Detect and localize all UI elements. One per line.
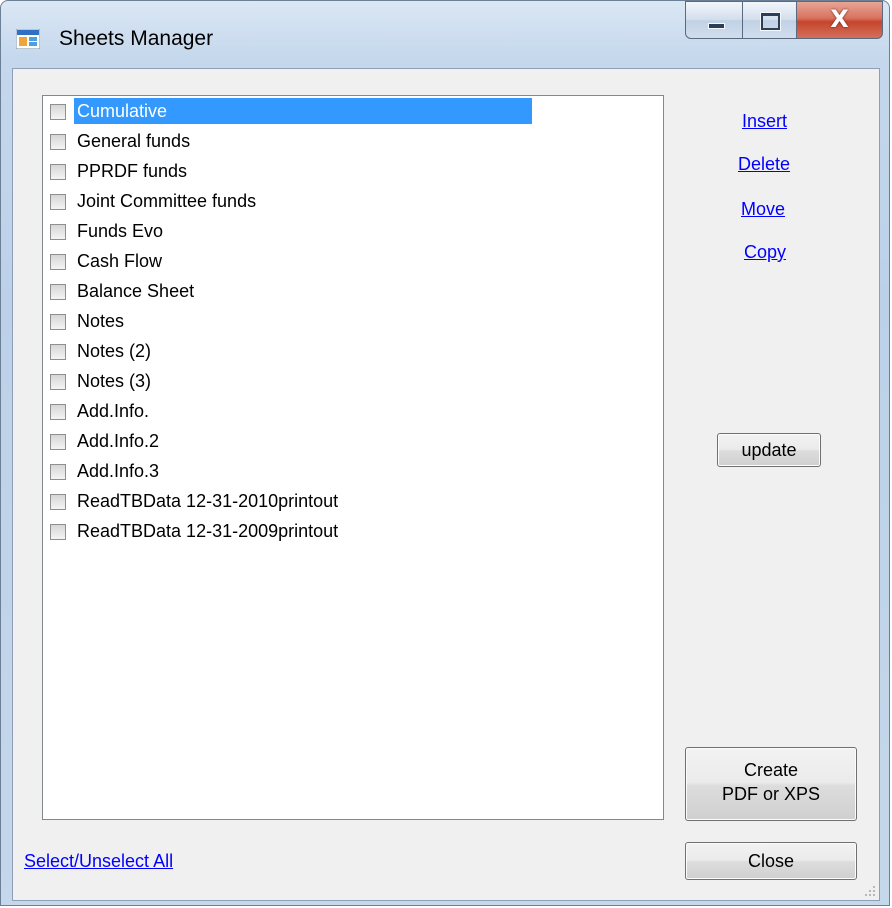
item-label: ReadTBData 12-31-2010printout	[77, 491, 339, 511]
item-checkbox[interactable]	[50, 434, 66, 450]
create-label-line1: Create	[743, 760, 799, 780]
select-unselect-all-link[interactable]: Select/Unselect All	[24, 851, 173, 872]
item-checkbox[interactable]	[50, 104, 66, 120]
create-pdf-xps-button[interactable]: Create PDF or XPS	[685, 747, 857, 821]
list-item[interactable]: Cumulative	[50, 97, 532, 125]
list-item[interactable]: Notes (2)	[50, 337, 154, 365]
list-item[interactable]: Funds Evo	[50, 217, 166, 245]
list-item[interactable]: Add.Info.2	[50, 427, 162, 455]
item-checkbox[interactable]	[50, 524, 66, 540]
close-label: Close	[747, 851, 795, 871]
minimize-icon	[708, 23, 725, 29]
list-item[interactable]: Joint Committee funds	[50, 187, 259, 215]
item-checkbox[interactable]	[50, 134, 66, 150]
update-button[interactable]: update	[717, 433, 821, 467]
item-label: PPRDF funds	[77, 161, 188, 181]
item-checkbox[interactable]	[50, 164, 66, 180]
list-item[interactable]: General funds	[50, 127, 193, 155]
item-checkbox[interactable]	[50, 464, 66, 480]
maximize-button[interactable]	[743, 1, 797, 39]
item-checkbox[interactable]	[50, 254, 66, 270]
sheets-checked-listbox[interactable]: Cumulative General funds PPRDF funds Joi…	[42, 95, 664, 820]
move-link[interactable]: Move	[741, 199, 785, 220]
item-label: Cash Flow	[77, 251, 163, 271]
item-checkbox[interactable]	[50, 494, 66, 510]
list-item[interactable]: Add.Info.3	[50, 457, 162, 485]
delete-link[interactable]: Delete	[738, 154, 790, 175]
item-label: ReadTBData 12-31-2009printout	[77, 521, 339, 541]
item-label: Notes	[77, 311, 125, 331]
item-label: Notes (2)	[77, 341, 152, 361]
close-icon: X	[830, 5, 849, 33]
update-label: update	[741, 440, 797, 460]
item-label: Add.Info.2	[77, 431, 160, 451]
resize-grip-icon[interactable]	[862, 883, 876, 897]
caption-buttons: X	[685, 1, 883, 39]
list-item[interactable]: PPRDF funds	[50, 157, 190, 185]
sheets-manager-window: Sheets Manager X Cumulative General fund…	[0, 0, 890, 906]
item-checkbox[interactable]	[50, 284, 66, 300]
item-label: Joint Committee funds	[77, 191, 257, 211]
item-label: Notes (3)	[77, 371, 152, 391]
close-button[interactable]: Close	[685, 842, 857, 880]
create-label-line2: PDF or XPS	[721, 784, 821, 804]
item-label: General funds	[77, 131, 191, 151]
item-label: Add.Info.	[77, 401, 150, 421]
item-checkbox[interactable]	[50, 344, 66, 360]
client-area: Cumulative General funds PPRDF funds Joi…	[12, 68, 880, 901]
item-checkbox[interactable]	[50, 404, 66, 420]
close-window-button[interactable]: X	[797, 1, 883, 39]
item-checkbox[interactable]	[50, 314, 66, 330]
insert-link[interactable]: Insert	[742, 111, 787, 132]
item-label: Add.Info.3	[77, 461, 160, 481]
item-checkbox[interactable]	[50, 194, 66, 210]
window-title: Sheets Manager	[59, 27, 214, 50]
item-checkbox[interactable]	[50, 374, 66, 390]
copy-link[interactable]: Copy	[744, 242, 786, 263]
list-item[interactable]: Notes (3)	[50, 367, 154, 395]
app-icon	[16, 29, 40, 49]
title-bar[interactable]: Sheets Manager X	[1, 1, 889, 71]
list-item[interactable]: ReadTBData 12-31-2010printout	[50, 487, 341, 515]
item-checkbox[interactable]	[50, 224, 66, 240]
list-item[interactable]: Notes	[50, 307, 127, 335]
list-item[interactable]: Cash Flow	[50, 247, 165, 275]
list-item[interactable]: ReadTBData 12-31-2009printout	[50, 517, 341, 545]
maximize-icon	[761, 13, 780, 30]
item-label: Balance Sheet	[77, 281, 195, 301]
list-item[interactable]: Add.Info.	[50, 397, 152, 425]
minimize-button[interactable]	[685, 1, 743, 39]
item-label: Cumulative	[74, 98, 532, 124]
item-label: Funds Evo	[77, 221, 164, 241]
list-item[interactable]: Balance Sheet	[50, 277, 197, 305]
